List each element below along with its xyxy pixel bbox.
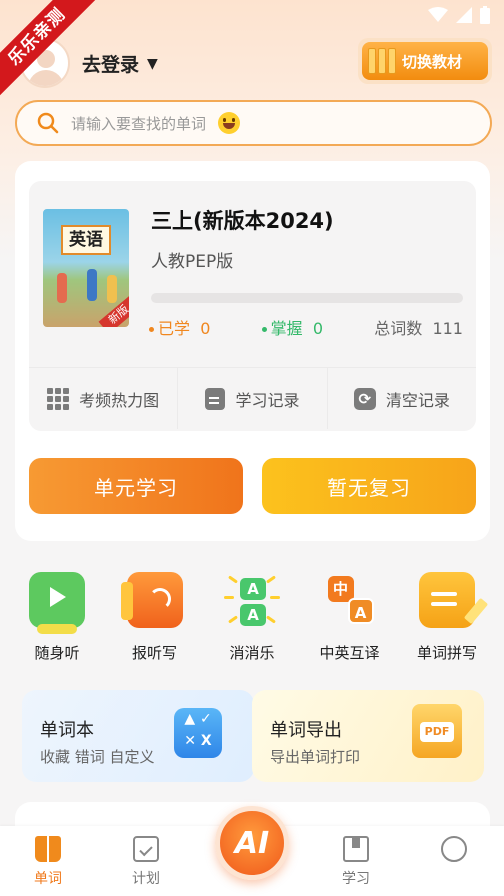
cover-figure	[87, 269, 97, 301]
switch-textbook-label: 切换教材	[402, 52, 463, 71]
book-icon	[35, 836, 61, 862]
feature-label: 单词拼写	[416, 644, 477, 662]
tab-study-label: 学习	[342, 871, 370, 887]
sparkle	[270, 596, 280, 599]
learned-stat: 已学 0	[149, 315, 210, 339]
mastered-stat: 掌握 0	[261, 315, 323, 339]
learned-count: 0	[200, 319, 211, 338]
study-tools: 考频热力图 学习记录 ⟳ 清空记录	[29, 367, 476, 429]
book-publisher: 人教PEP版	[151, 252, 234, 272]
feature-match-game[interactable]: A A 消消乐	[209, 572, 295, 663]
sparkle	[228, 575, 238, 584]
feature-translate[interactable]: 中 A 中英互译	[307, 572, 393, 663]
total-stat: 总词数 111	[374, 315, 463, 339]
status-bar	[428, 6, 490, 24]
switch-textbook-button[interactable]: 切换教材	[358, 38, 492, 84]
book-title: 三上(新版本2024)	[151, 209, 334, 233]
study-record-label: 学习记录	[235, 390, 300, 410]
tab-words[interactable]: 单词	[18, 836, 78, 888]
study-progress-bar	[151, 293, 463, 303]
wordbook-icon: ▲ ✓ ✕ X	[174, 708, 222, 758]
avatar-body-icon	[28, 70, 64, 86]
unit-study-button[interactable]: 单元学习	[29, 458, 243, 514]
pdf-icon: PDF	[412, 704, 462, 758]
mastered-dot-icon	[261, 327, 267, 332]
sparkle	[266, 615, 276, 624]
profile-icon	[441, 836, 467, 862]
feature-label: 中英互译	[319, 644, 380, 662]
feature-grid: 随身听 报听写 A A 消消乐 中 A 中英互译 单词拼写	[14, 572, 490, 663]
record-icon	[205, 387, 226, 410]
feature-dictation[interactable]: 报听写	[112, 572, 198, 663]
sparkle	[266, 575, 276, 584]
play-icon	[29, 572, 85, 634]
book-cover-image: 英语 新版	[43, 209, 129, 327]
learned-dot-icon	[149, 327, 154, 332]
review-button[interactable]: 暂无复习	[262, 458, 476, 514]
tab-words-label: 单词	[34, 871, 62, 887]
wordbook-title: 单词本	[40, 720, 94, 741]
signal-icon	[456, 7, 472, 23]
heatmap-button[interactable]: 考频热力图	[29, 368, 179, 429]
heatmap-label: 考频热力图	[79, 390, 160, 410]
refresh-icon: ⟳	[353, 387, 376, 410]
feature-listen[interactable]: 随身听	[14, 572, 100, 663]
mastered-count: 0	[312, 319, 323, 338]
login-label: 去登录	[82, 54, 140, 76]
sparkle	[224, 596, 234, 599]
export-title: 单词导出	[270, 720, 342, 741]
search-placeholder: 请输入要查找的单词	[71, 114, 207, 133]
login-button[interactable]: 去登录 ▼	[82, 50, 158, 77]
translate-en-tile: A	[347, 598, 374, 624]
export-subtitle: 导出单词打印	[270, 748, 361, 766]
ai-button[interactable]: AI	[215, 806, 289, 880]
study-record-button[interactable]: 学习记录	[178, 368, 328, 429]
match-tile: A	[240, 578, 266, 600]
study-stats: 已学 0 掌握 0 总词数 111	[149, 315, 463, 339]
wordbook-card[interactable]: 单词本 收藏 错词 自定义 ▲ ✓ ✕ X	[22, 690, 254, 782]
tab-study[interactable]: 学习	[326, 836, 386, 888]
spelling-icon	[419, 572, 475, 628]
total-label: 总词数	[374, 319, 423, 338]
caret-down-icon: ▼	[147, 55, 158, 72]
cover-figure	[107, 275, 117, 303]
tab-plan[interactable]: 计划	[116, 836, 176, 888]
books-icon	[368, 48, 396, 74]
textbook-card: 英语 新版 三上(新版本2024) 人教PEP版 已学 0 掌握 0 总词数 1…	[15, 161, 490, 541]
textbook-panel[interactable]: 英语 新版 三上(新版本2024) 人教PEP版 已学 0 掌握 0 总词数 1…	[29, 181, 476, 431]
wordbook-subtitle: 收藏 错词 自定义	[40, 748, 155, 766]
learned-label: 已学	[158, 319, 191, 338]
clear-record-label: 清空记录	[385, 390, 450, 410]
translate-icon: 中 A	[322, 572, 378, 628]
sparkle	[228, 615, 238, 624]
bookmark-icon	[343, 836, 369, 862]
tab-plan-label: 计划	[132, 871, 160, 887]
grid-icon	[47, 387, 70, 410]
dictation-icon	[120, 572, 183, 628]
battery-icon	[480, 6, 490, 24]
mastered-label: 掌握	[270, 319, 303, 338]
search-icon	[37, 112, 59, 134]
cover-title: 英语	[61, 225, 111, 255]
search-bar[interactable]: 请输入要查找的单词	[15, 100, 492, 146]
match-tile: A	[240, 604, 266, 626]
feature-label: 随身听	[34, 644, 80, 662]
tab-profile[interactable]	[424, 836, 484, 862]
export-card[interactable]: 单词导出 导出单词打印 PDF	[252, 690, 484, 782]
match-game-icon: A A	[224, 572, 280, 628]
feature-spelling[interactable]: 单词拼写	[404, 572, 490, 663]
feature-label: 报听写	[131, 644, 177, 662]
total-count: 111	[432, 319, 463, 338]
feature-label: 消消乐	[229, 644, 275, 662]
play-icon-base	[37, 624, 77, 634]
smile-emoji-icon	[218, 112, 241, 134]
wifi-icon	[428, 7, 448, 22]
clear-record-button[interactable]: ⟳ 清空记录	[328, 368, 476, 429]
cover-figure	[57, 273, 67, 303]
calendar-check-icon	[133, 836, 159, 862]
pdf-icon-text: PDF	[420, 722, 454, 742]
